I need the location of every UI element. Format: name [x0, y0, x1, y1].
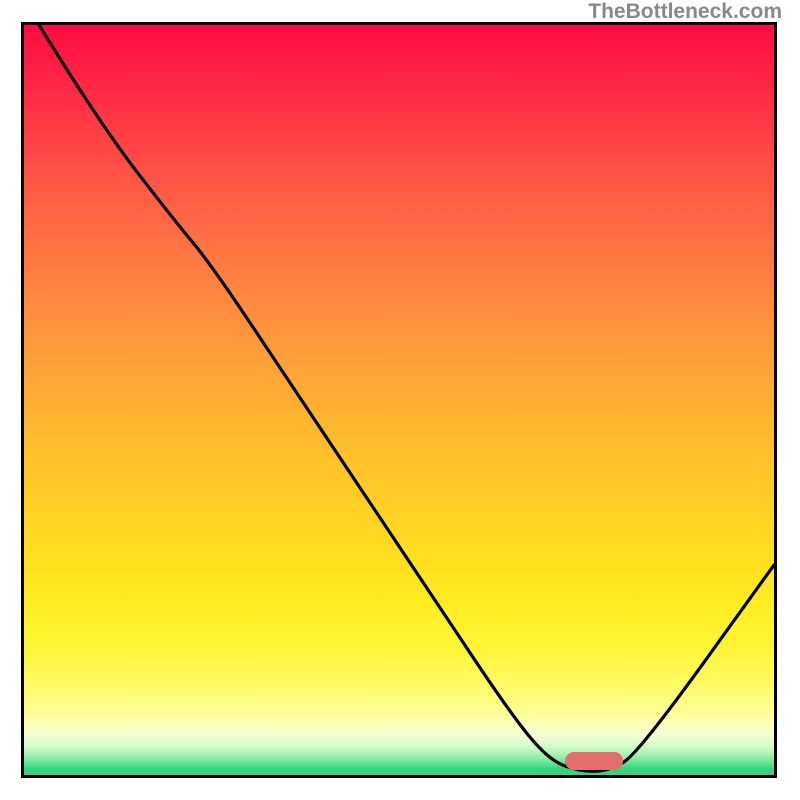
- chart-root: TheBottleneck.com: [0, 0, 800, 800]
- watermark-text: TheBottleneck.com: [588, 0, 782, 24]
- gradient-main: [24, 25, 774, 718]
- plot-frame: [21, 22, 777, 778]
- gradient-bottom: [24, 718, 774, 769]
- green-strip: [24, 769, 774, 775]
- optimal-marker-pill: [565, 752, 623, 770]
